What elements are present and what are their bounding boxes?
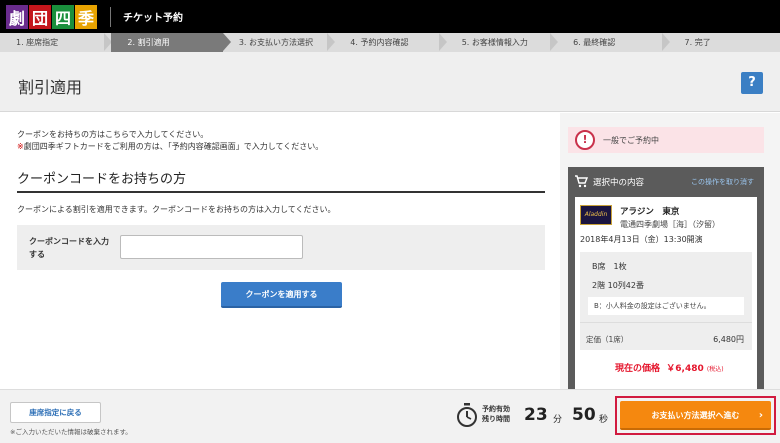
shiki-logo[interactable]: 劇 団 四 季 (6, 4, 98, 29)
gift-card-note: ※劇団四季ギフトカードをご利用の方は、「予約内容確認画面」で入力してください。 (17, 141, 323, 152)
child-price-note: B：小人料金の設定はございません。 (588, 297, 744, 315)
step-progress: 1. 座席指定 2. 割引適用 3. お支払い方法選択 4. 予約内容確認 5.… (0, 33, 780, 52)
step-label: 2. 割引適用 (127, 38, 170, 47)
step-4: 4. 予約内容確認 (334, 33, 447, 52)
coupon-description: クーポンによる割引を適用できます。クーポンコードをお持ちの方は入力してください。 (17, 205, 336, 214)
seat-details: B席 1枚 2階 10列42番 B：小人料金の設定はございません。 定価（1席）… (580, 252, 752, 350)
coupon-code-label: クーポンコードを入力する (29, 237, 109, 259)
logo-char: 四 (52, 4, 74, 29)
step-1: 1. 座席指定 (0, 33, 113, 52)
step-label: 3. お支払い方法選択 (238, 38, 314, 47)
selection-body: Aladdin アラジン 東京 電通四季劇場［海］（汐留） 2018年4月13日… (575, 197, 757, 389)
step-label: 6. 最終確認 (573, 38, 616, 47)
price-row: 定価（1席） 6,480円 (580, 322, 752, 350)
step-2-current: 2. 割引適用 (111, 33, 231, 52)
alert-icon: ! (575, 130, 595, 150)
gift-card-note-text: 劇団四季ギフトカードをご利用の方は、「予約内容確認画面」で入力してください。 (23, 142, 324, 151)
coupon-section-title: クーポンコードをお持ちの方 (17, 172, 187, 187)
step-label: 4. 予約内容確認 (350, 38, 409, 47)
help-button[interactable]: ? (741, 72, 763, 94)
timer-minutes: 23 (524, 405, 548, 425)
app-title: チケット予約 (123, 13, 183, 24)
back-note: ※ご入力いただいた情報は破棄されます。 (10, 428, 132, 436)
page-header: 割引適用 ? (0, 52, 780, 112)
current-price: 現在の価格 ￥6,480 (税込) (615, 361, 724, 374)
step-5: 5. お客様情報入力 (446, 33, 559, 52)
performance-datetime: 2018年4月13日（金）13:30開演 (580, 235, 703, 244)
tax-included-label: (税込) (706, 366, 724, 373)
show-thumbnail: Aladdin (580, 205, 612, 225)
stopwatch-icon (455, 402, 479, 428)
step-arrow-icon (222, 33, 231, 51)
price-label: 定価（1席） (586, 335, 629, 344)
step-7: 7. 完了 (669, 33, 780, 52)
current-price-label: 現在の価格 (615, 364, 661, 374)
seconds-unit: 秒 (599, 415, 609, 425)
chevron-right-icon: › (758, 410, 763, 421)
step-6: 6. 最終確認 (557, 33, 670, 52)
note-mark: ※ (17, 142, 24, 151)
timer-label: 予約有効 残り時間 (482, 404, 510, 424)
seat-position: 2階 10列42番 (592, 281, 644, 290)
section-divider (17, 191, 545, 193)
venue-name: 電通四季劇場［海］（汐留） (620, 220, 720, 229)
main-content: クーポンをお持ちの方はこちらで入力してください。 ※劇団四季ギフトカードをご利用… (0, 113, 780, 389)
selection-title: 選択中の内容 (593, 178, 645, 188)
logo-char: 劇 (6, 4, 28, 29)
selection-header: 選択中の内容 この操作を取り消す (568, 167, 764, 195)
coupon-section: クーポンをお持ちの方はこちらで入力してください。 ※劇団四季ギフトカードをご利用… (0, 113, 560, 389)
minutes-unit: 分 (553, 415, 563, 425)
price-value: 6,480円 (713, 335, 744, 344)
back-to-seat-button[interactable]: 座席指定に戻る (10, 402, 101, 423)
page-title: 割引適用 (18, 78, 83, 97)
coupon-intro: クーポンをお持ちの方はこちらで入力してください。 (17, 130, 209, 139)
selection-panel: 選択中の内容 この操作を取り消す Aladdin アラジン 東京 電通四季劇場［… (568, 167, 764, 389)
booking-type-text: 一般でご予約中 (603, 136, 659, 145)
seat-class: B席 1枚 (592, 262, 627, 271)
step-label: 1. 座席指定 (16, 38, 59, 47)
cart-icon (574, 174, 589, 188)
booking-type-notice: ! 一般でご予約中 (568, 127, 764, 153)
header-divider (110, 6, 111, 27)
footer-bar: 座席指定に戻る ※ご入力いただいた情報は破棄されます。 予約有効 残り時間 23… (0, 389, 780, 443)
current-price-value: ￥6,480 (666, 364, 704, 374)
step-label: 5. お客様情報入力 (461, 38, 528, 47)
proceed-button-label: お支払い方法選択へ進む (651, 411, 740, 420)
timer-seconds: 50 (572, 405, 596, 425)
coupon-form-row: クーポンコードを入力する (17, 225, 545, 270)
logo-char: 季 (75, 4, 97, 29)
coupon-code-input[interactable] (120, 235, 303, 259)
timer-label-line2: 残り時間 (482, 415, 510, 423)
cancel-operation-link[interactable]: この操作を取り消す (691, 177, 754, 187)
show-name: アラジン 東京 (620, 207, 680, 217)
top-bar: 劇 団 四 季 チケット予約 (0, 0, 780, 33)
apply-coupon-button[interactable]: クーポンを適用する (221, 282, 342, 308)
step-3: 3. お支払い方法選択 (223, 33, 336, 52)
timer-label-line1: 予約有効 (482, 405, 510, 413)
step-label: 7. 完了 (684, 38, 711, 47)
proceed-highlight: お支払い方法選択へ進む › (615, 396, 776, 435)
logo-char: 団 (29, 4, 51, 29)
proceed-to-payment-button[interactable]: お支払い方法選択へ進む › (620, 401, 771, 430)
